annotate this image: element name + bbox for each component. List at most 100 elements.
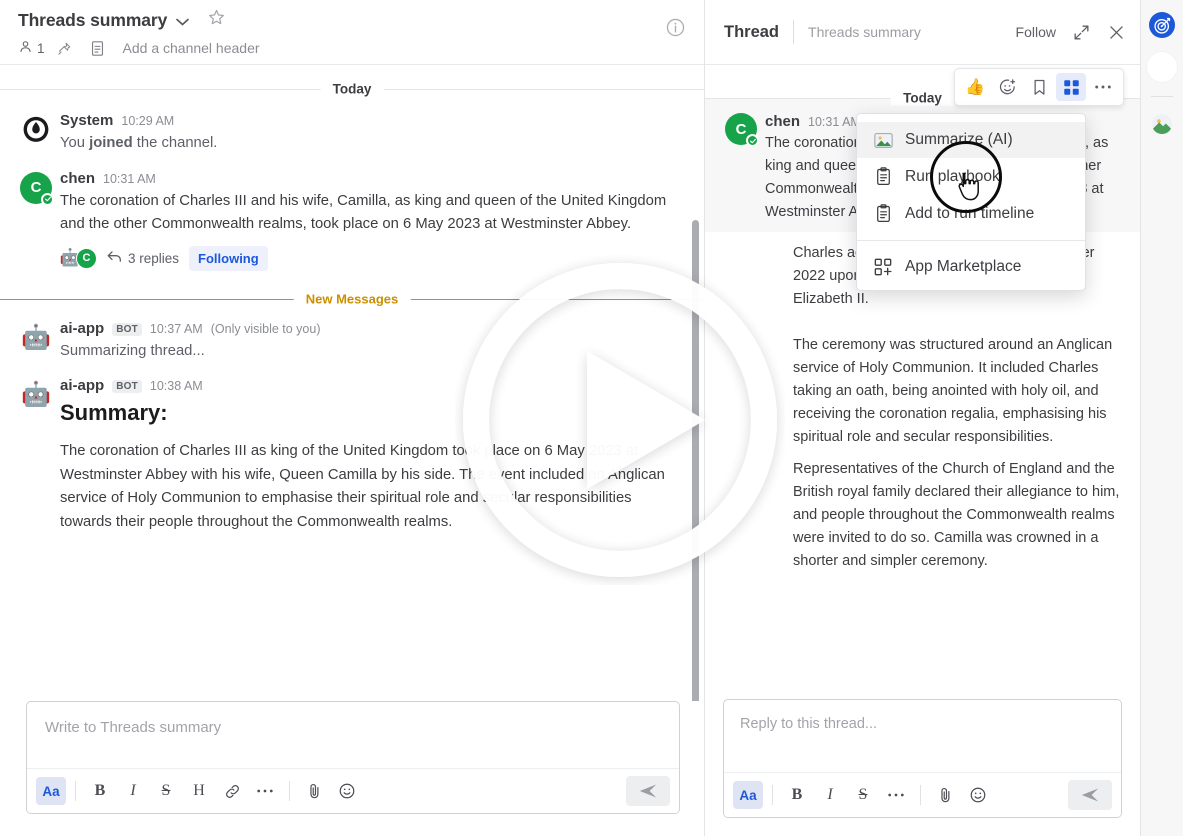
avatar[interactable]: C: [725, 113, 759, 147]
image-app-icon[interactable]: [1149, 111, 1175, 137]
add-channel-header-button[interactable]: Add a channel header: [123, 40, 260, 56]
image-icon: [873, 132, 893, 149]
message-ai-app-1: 🤖 ai-app BOT 10:37 AM (Only visible to y…: [0, 300, 704, 366]
message-header: ai-app BOT 10:37 AM (Only visible to you…: [60, 320, 684, 337]
visibility-note: (Only visible to you): [210, 321, 321, 336]
thread-channel-name[interactable]: Threads summary: [808, 24, 921, 40]
new-messages-divider: New Messages: [0, 291, 704, 306]
day-divider: Today: [0, 81, 704, 97]
more-formatting-icon[interactable]: [250, 777, 280, 805]
italic-button[interactable]: I: [815, 781, 845, 809]
avatar-initial: C: [735, 120, 747, 138]
message-body: System 10:29 AM You joined the channel.: [60, 112, 684, 156]
link-icon[interactable]: [217, 777, 247, 805]
attach-icon[interactable]: [299, 777, 329, 805]
new-messages-label: New Messages: [293, 291, 411, 306]
avatar-column: 🤖: [20, 377, 60, 534]
playbooks-icon[interactable]: [1149, 12, 1175, 38]
send-button[interactable]: [1068, 780, 1112, 810]
strikethrough-button[interactable]: S: [151, 777, 181, 805]
emoji-icon[interactable]: [332, 777, 362, 805]
message-system: System 10:29 AM You joined the channel.: [0, 90, 704, 158]
thread-composer-wrap: Reply to this thread... Aa B I S: [705, 699, 1140, 836]
message-header: ai-app BOT 10:38 AM: [60, 377, 684, 394]
message-body: chen 10:31 AM The coronation of Charles …: [60, 170, 684, 271]
chevron-down-icon[interactable]: [176, 15, 190, 28]
message-header: System 10:29 AM: [60, 112, 684, 129]
strikethrough-button[interactable]: S: [848, 781, 878, 809]
reply-input[interactable]: Reply to this thread...: [724, 700, 1121, 772]
thread-composer-toolbar: Aa B I S: [724, 772, 1121, 817]
message-text: You joined the channel.: [60, 132, 684, 156]
reply-arrow-icon: [107, 250, 122, 266]
bot-avatar[interactable]: 🤖: [20, 379, 52, 411]
message-input[interactable]: Write to Threads summary: [27, 702, 679, 768]
online-status-icon: [746, 134, 759, 147]
format-toggle-button[interactable]: Aa: [36, 777, 66, 805]
message-author[interactable]: chen: [765, 113, 800, 130]
menu-item-label: App Marketplace: [905, 258, 1022, 275]
thread-reply-bar[interactable]: 🤖 C 3 replies Following: [60, 245, 684, 271]
channel-panel: Threads summary 1 Add a channel header T…: [0, 0, 777, 836]
clipboard-icon: [873, 167, 893, 186]
thread-header: Thread Threads summary Follow: [705, 0, 1140, 65]
channel-message-list[interactable]: Today System 10:29 AM You joined the cha…: [0, 65, 704, 701]
toolbar-divider: [772, 785, 773, 805]
thread-participants: 🤖 C: [60, 247, 97, 269]
channel-title[interactable]: Threads summary: [18, 10, 167, 31]
save-message-icon[interactable]: [1024, 73, 1054, 101]
blank-circle-icon[interactable]: [1147, 52, 1177, 82]
thread-reply-2: The ceremony was structured around an An…: [705, 328, 1140, 592]
message-text: Summarizing thread...: [60, 342, 205, 359]
message-author[interactable]: System: [60, 112, 113, 129]
channel-scrollbar[interactable]: [692, 220, 699, 701]
pin-icon[interactable]: [57, 41, 72, 56]
replies-link[interactable]: 3 replies: [107, 250, 179, 266]
member-count: 1: [37, 40, 45, 56]
channel-info-icon[interactable]: [665, 17, 686, 43]
menu-item-app-marketplace[interactable]: App Marketplace: [857, 249, 1085, 290]
rail-divider: [1151, 96, 1173, 97]
following-badge[interactable]: Following: [189, 245, 268, 271]
channel-composer-wrap: Write to Threads summary Aa B I S H: [0, 701, 704, 836]
favorite-star-icon[interactable]: [207, 8, 226, 32]
follow-button[interactable]: Follow: [1016, 24, 1056, 40]
avatar[interactable]: C: [20, 171, 54, 206]
thread-message-list[interactable]: Today C chen 10:31 AM The coronation as …: [705, 65, 1140, 699]
app-root: Threads summary 1 Add a channel header T…: [0, 0, 1183, 836]
message-author[interactable]: chen: [60, 170, 95, 187]
toolbar-divider: [920, 785, 921, 805]
message-author[interactable]: ai-app: [60, 320, 104, 337]
more-actions-icon[interactable]: [1088, 73, 1118, 101]
replies-count-label: 3 replies: [128, 250, 180, 266]
bold-button[interactable]: B: [782, 781, 812, 809]
add-reaction-icon[interactable]: [992, 73, 1022, 101]
channel-members[interactable]: 1: [18, 39, 45, 57]
attach-icon[interactable]: [930, 781, 960, 809]
expand-icon[interactable]: [1072, 23, 1091, 42]
document-icon[interactable]: [90, 40, 105, 57]
more-formatting-icon[interactable]: [881, 781, 911, 809]
thread-composer[interactable]: Reply to this thread... Aa B I S: [723, 699, 1122, 818]
heading-button[interactable]: H: [184, 777, 214, 805]
channel-composer[interactable]: Write to Threads summary Aa B I S H: [26, 701, 680, 814]
system-logo-avatar: [20, 114, 52, 146]
close-icon[interactable]: [1107, 23, 1126, 42]
message-author[interactable]: ai-app: [60, 377, 104, 394]
thread-day-label: Today: [890, 90, 955, 106]
send-button[interactable]: [626, 776, 670, 806]
reply-text: Representatives of the Church of England…: [793, 461, 1120, 569]
thread-header-actions: Follow: [1016, 23, 1126, 42]
message-timestamp: 10:31 AM: [103, 171, 156, 186]
bold-button[interactable]: B: [85, 777, 115, 805]
message-ai-app-2: 🤖 ai-app BOT 10:38 AM Summary: The coron…: [0, 365, 704, 536]
emoji-icon[interactable]: [963, 781, 993, 809]
apps-grid-icon[interactable]: [1056, 73, 1086, 101]
message-timestamp: 10:31 AM: [808, 115, 861, 129]
italic-button[interactable]: I: [118, 777, 148, 805]
format-toggle-button[interactable]: Aa: [733, 781, 763, 809]
message-text-pre: You: [60, 135, 90, 151]
bot-avatar[interactable]: 🤖: [20, 322, 52, 354]
thumbs-up-reaction-button[interactable]: 👍: [960, 73, 990, 101]
avatar-initial: C: [30, 179, 42, 196]
